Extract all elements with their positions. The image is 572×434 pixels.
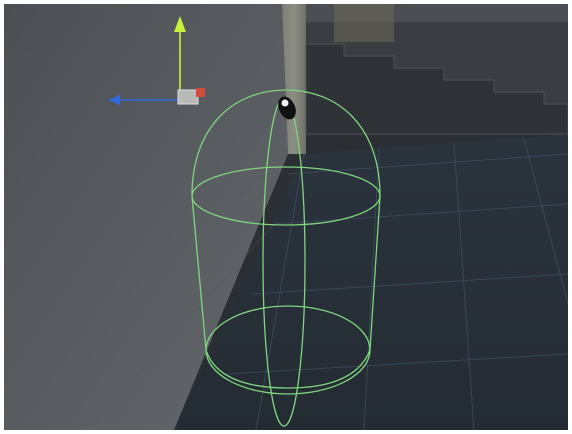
scene-viewport[interactable] [4, 4, 568, 430]
doorway [334, 4, 394, 42]
scene-view[interactable] [4, 4, 568, 430]
